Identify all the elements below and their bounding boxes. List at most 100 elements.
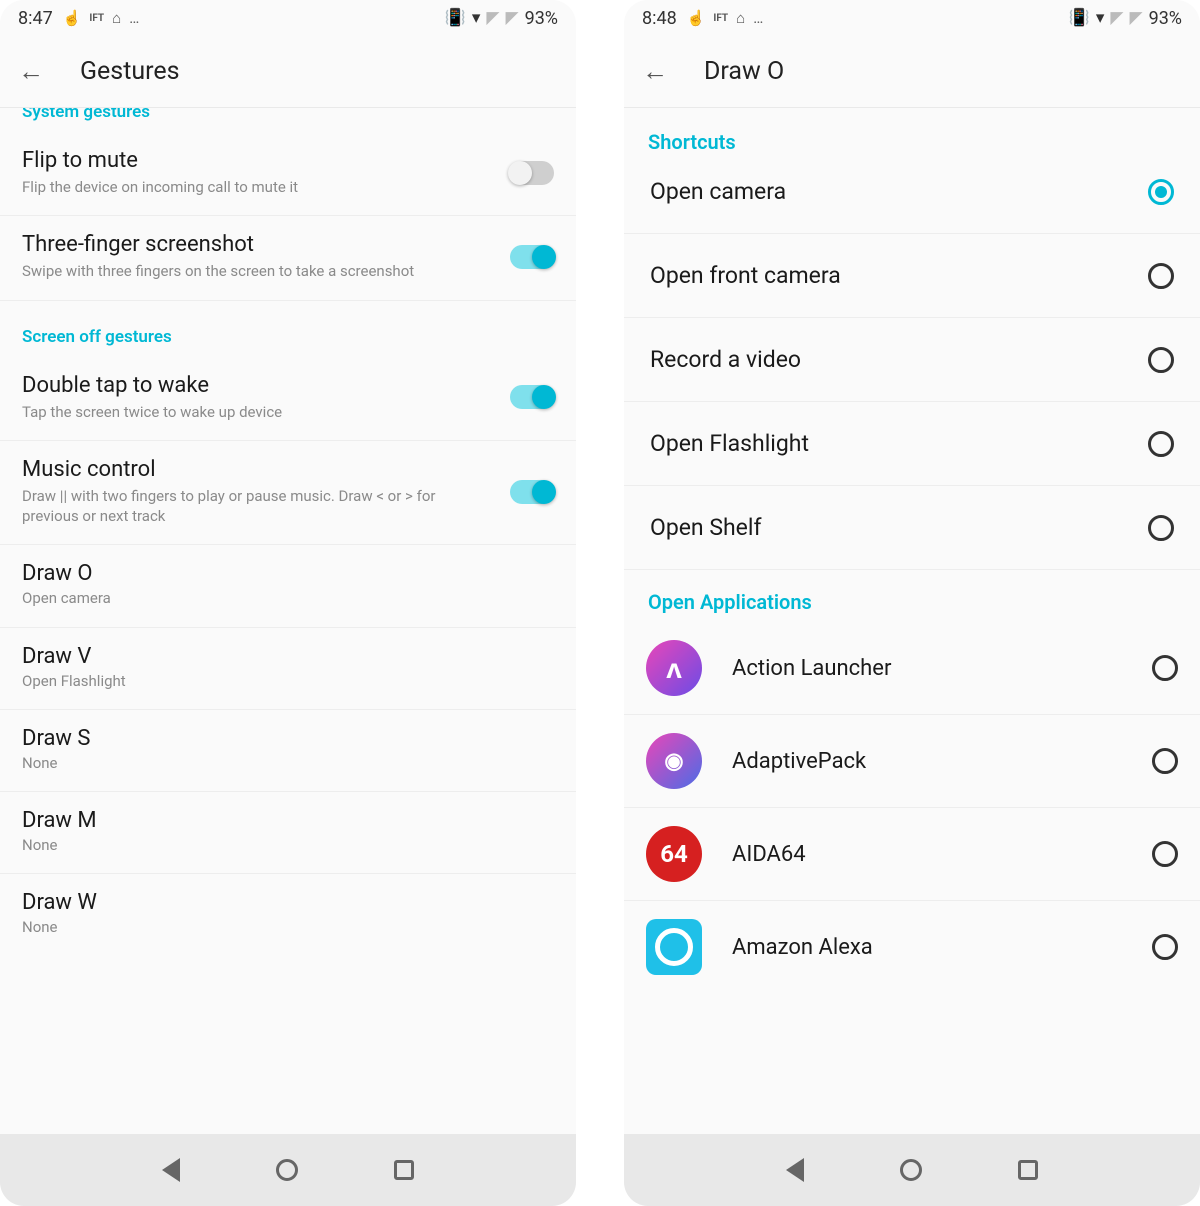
content-scroll[interactable]: System gestures Flip to mute Flip the de… (0, 108, 576, 1206)
section-shortcuts: Shortcuts (624, 108, 1200, 164)
page-title: Draw O (704, 57, 784, 86)
status-bar: 8:47 ☝ IFT ⌂ … 📳 ▾ ◤ ◤ 93% (0, 0, 576, 36)
row-subtitle: None (22, 835, 554, 855)
phone-gestures: 8:47 ☝ IFT ⌂ … 📳 ▾ ◤ ◤ 93% ← Gestures Sy… (0, 0, 576, 1206)
row-subtitle: None (22, 753, 554, 773)
wifi-icon: ▾ (472, 8, 481, 28)
radio[interactable] (1148, 263, 1174, 289)
radio[interactable] (1152, 841, 1178, 867)
section-open-apps: Open Applications (624, 570, 1200, 622)
shortcut-record-video[interactable]: Record a video (624, 318, 1200, 402)
radio[interactable] (1152, 748, 1178, 774)
toggle-music[interactable] (510, 480, 554, 504)
more-icon: … (753, 9, 763, 27)
toggle-three-finger[interactable] (510, 245, 554, 269)
nav-back-icon[interactable] (162, 1158, 180, 1182)
radio[interactable] (1148, 347, 1174, 373)
battery-text: 93% (525, 8, 558, 29)
shortcut-open-camera[interactable]: Open camera (624, 164, 1200, 234)
nav-bar (624, 1134, 1200, 1206)
section-screen-off: Screen off gestures (0, 301, 576, 357)
sim2-icon: ◤ (506, 8, 519, 28)
row-subtitle: Open camera (22, 588, 554, 608)
shortcut-label: Open Shelf (650, 514, 1148, 541)
nav-recents-icon[interactable] (1018, 1160, 1038, 1180)
app-bar: ← Draw O (624, 36, 1200, 108)
row-draw-m[interactable]: Draw M None (0, 792, 576, 874)
row-three-finger[interactable]: Three-finger screenshot Swipe with three… (0, 216, 576, 300)
app-label: AIDA64 (732, 842, 1134, 867)
row-title: Draw O (22, 561, 554, 586)
row-title: Double tap to wake (22, 373, 492, 398)
toggle-flip[interactable] (510, 161, 554, 185)
content-scroll[interactable]: Shortcuts Open camera Open front camera … (624, 108, 1200, 1206)
sim1-icon: ◤ (1110, 8, 1123, 28)
row-flip-to-mute[interactable]: Flip to mute Flip the device on incoming… (0, 132, 576, 216)
app-icon-adaptivepack: ◉ (646, 733, 702, 789)
app-aida64[interactable]: 64 AIDA64 (624, 808, 1200, 901)
radio[interactable] (1152, 655, 1178, 681)
home-icon: ⌂ (112, 9, 121, 27)
radio[interactable] (1148, 515, 1174, 541)
wifi-icon: ▾ (1096, 8, 1105, 28)
row-subtitle: Flip the device on incoming call to mute… (22, 177, 492, 197)
row-subtitle: None (22, 917, 554, 937)
more-icon: … (129, 9, 139, 27)
radio[interactable] (1148, 431, 1174, 457)
row-title: Music control (22, 457, 492, 482)
row-music-control[interactable]: Music control Draw || with two fingers t… (0, 441, 576, 546)
shortcut-label: Open camera (650, 178, 1148, 205)
status-bar: 8:48 ☝ IFT ⌂ … 📳 ▾ ◤ ◤ 93% (624, 0, 1200, 36)
back-icon[interactable]: ← (18, 56, 44, 87)
shortcut-open-shelf[interactable]: Open Shelf (624, 486, 1200, 570)
nav-home-icon[interactable] (276, 1159, 298, 1181)
app-action-launcher[interactable]: ᴧ Action Launcher (624, 622, 1200, 715)
touch-icon: ☝ (687, 9, 706, 27)
ift-icon: IFT (89, 13, 104, 24)
nav-bar (0, 1134, 576, 1206)
shortcut-label: Open front camera (650, 262, 1148, 289)
shortcut-open-front-camera[interactable]: Open front camera (624, 234, 1200, 318)
app-label: AdaptivePack (732, 749, 1134, 774)
phone-draw-o: 8:48 ☝ IFT ⌂ … 📳 ▾ ◤ ◤ 93% ← Draw O Shor… (624, 0, 1200, 1206)
row-double-tap[interactable]: Double tap to wake Tap the screen twice … (0, 357, 576, 441)
row-subtitle: Open Flashlight (22, 671, 554, 691)
app-adaptivepack[interactable]: ◉ AdaptivePack (624, 715, 1200, 808)
shortcut-open-flashlight[interactable]: Open Flashlight (624, 402, 1200, 486)
row-draw-w[interactable]: Draw W None (0, 874, 576, 955)
row-draw-s[interactable]: Draw S None (0, 710, 576, 792)
app-label: Amazon Alexa (732, 935, 1134, 960)
sim2-icon: ◤ (1130, 8, 1143, 28)
app-icon-alexa (646, 919, 702, 975)
status-time: 8:47 (18, 8, 53, 29)
status-notif-icons: ☝ IFT ⌂ … (63, 9, 140, 27)
app-icon-aida64: 64 (646, 826, 702, 882)
status-time: 8:48 (642, 8, 677, 29)
row-draw-v[interactable]: Draw V Open Flashlight (0, 628, 576, 710)
toggle-double-tap[interactable] (510, 385, 554, 409)
row-subtitle: Tap the screen twice to wake up device (22, 402, 492, 422)
row-title: Draw S (22, 726, 554, 751)
battery-text: 93% (1149, 8, 1182, 29)
nav-back-icon[interactable] (786, 1158, 804, 1182)
radio-selected[interactable] (1148, 179, 1174, 205)
sim1-icon: ◤ (486, 8, 499, 28)
page-title: Gestures (80, 57, 180, 86)
home-icon: ⌂ (736, 9, 745, 27)
row-title: Flip to mute (22, 148, 492, 173)
row-draw-o[interactable]: Draw O Open camera (0, 545, 576, 627)
app-amazon-alexa[interactable]: Amazon Alexa (624, 901, 1200, 993)
row-title: Three-finger screenshot (22, 232, 492, 257)
row-title: Draw M (22, 808, 554, 833)
status-notif-icons: ☝ IFT ⌂ … (687, 9, 764, 27)
shortcut-label: Record a video (650, 346, 1148, 373)
vibrate-icon: 📳 (445, 8, 466, 28)
nav-home-icon[interactable] (900, 1159, 922, 1181)
nav-recents-icon[interactable] (394, 1160, 414, 1180)
vibrate-icon: 📳 (1069, 8, 1090, 28)
radio[interactable] (1152, 934, 1178, 960)
app-bar: ← Gestures (0, 36, 576, 108)
back-icon[interactable]: ← (642, 56, 668, 87)
row-title: Draw W (22, 890, 554, 915)
shortcut-label: Open Flashlight (650, 430, 1148, 457)
